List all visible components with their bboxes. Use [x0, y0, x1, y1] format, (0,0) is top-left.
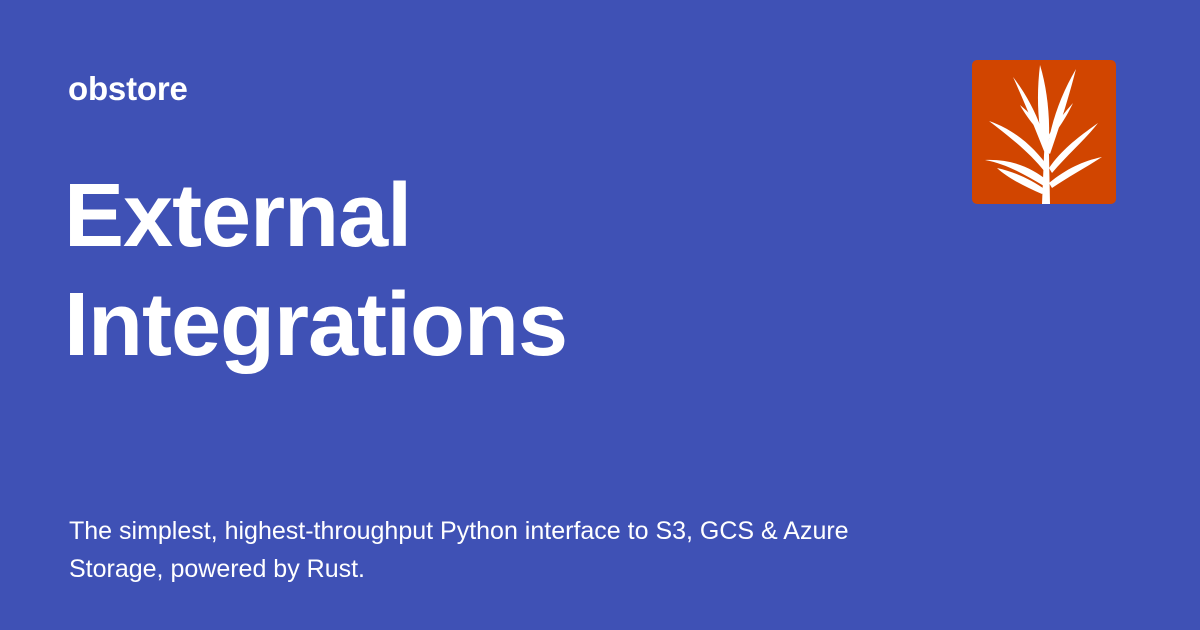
obstore-logo [972, 60, 1116, 204]
page-title-line-1: External [64, 166, 412, 266]
page-description: The simplest, highest-throughput Python … [69, 517, 849, 583]
social-card: obstore External Integrations The simple… [0, 0, 1200, 630]
page-title: External Integrations [64, 162, 884, 380]
site-name: obstore [68, 70, 188, 107]
page-title-line-2: Integrations [64, 275, 568, 375]
plant-icon [985, 65, 1102, 204]
